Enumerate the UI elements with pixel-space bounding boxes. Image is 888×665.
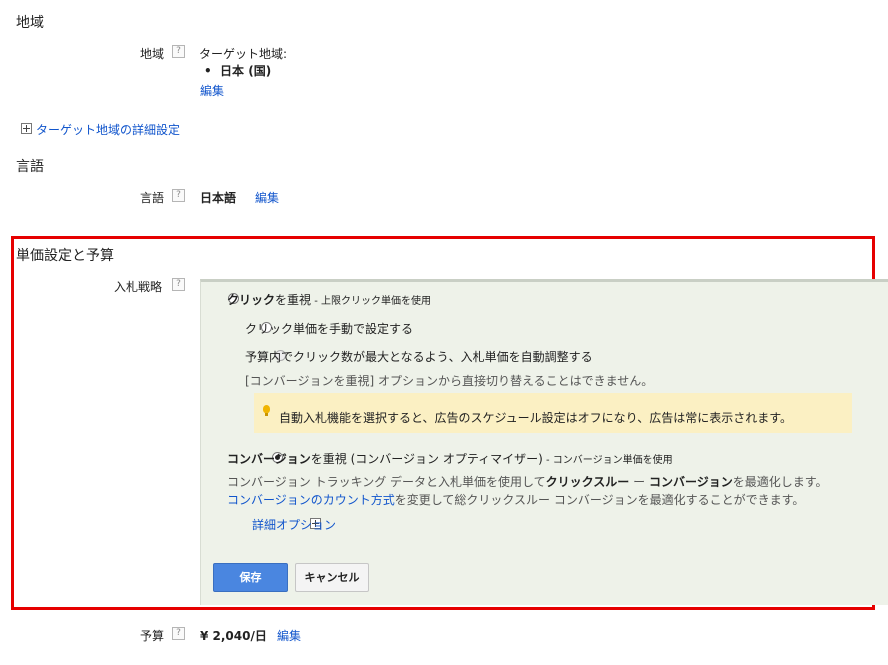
save-button[interactable]: 保存 bbox=[213, 563, 288, 592]
target-region-label: ターゲット地域: bbox=[199, 47, 288, 61]
region-help-icon[interactable]: ? bbox=[172, 45, 185, 58]
region-edit-link[interactable]: 編集 bbox=[200, 82, 224, 99]
language-value: 日本語 bbox=[200, 191, 237, 205]
budget-label: 予算 bbox=[140, 629, 165, 643]
budget-help-icon[interactable]: ? bbox=[172, 627, 185, 640]
target-region-item: • 日本 (国) bbox=[204, 62, 271, 79]
conversion-focus-option-label[interactable]: コンバージョンを重視 (コンバージョン オプティマイザー) - コンバージョン単… bbox=[227, 450, 673, 467]
bidding-section-title: 単価設定と予算 bbox=[16, 248, 114, 264]
click-focus-sub: - 上限クリック単価を使用 bbox=[311, 296, 431, 307]
lightbulb-base-icon bbox=[265, 413, 268, 416]
budget-edit-link[interactable]: 編集 bbox=[277, 627, 301, 644]
switch-note: [コンバージョンを重視] オプションから直接切り替えることはできません。 bbox=[245, 374, 654, 388]
click-focus-option-label[interactable]: クリックを重視 - 上限クリック単価を使用 bbox=[227, 291, 431, 308]
bid-strategy-label: 入札戦略 bbox=[114, 280, 163, 294]
conversion-focus-sub: - コンバージョン単価を使用 bbox=[542, 455, 673, 466]
conversion-desc-bold1: クリックスルー bbox=[545, 475, 630, 489]
conversion-focus-bold: コンバージョン bbox=[227, 452, 311, 466]
target-region-value: 日本 (国) bbox=[220, 64, 272, 78]
conversion-desc-bold2: コンバージョン bbox=[648, 475, 733, 489]
lightbulb-icon bbox=[263, 405, 270, 413]
conversion-count-rest: を変更して総クリックスルー コンバージョンを最適化することができます。 bbox=[394, 493, 805, 507]
advanced-options-link[interactable]: 詳細オプション bbox=[252, 516, 336, 533]
click-focus-rest: を重視 bbox=[275, 293, 312, 307]
click-focus-bold: クリック bbox=[227, 293, 276, 307]
cancel-button[interactable]: キャンセル bbox=[295, 563, 369, 592]
auto-bid-label[interactable]: 予算内でクリック数が最大となるよう、入札単価を自動調整する bbox=[245, 348, 593, 365]
budget-value: ¥ 2,040/日 bbox=[200, 629, 267, 643]
language-label: 言語 bbox=[140, 191, 165, 205]
region-advanced-link[interactable]: ターゲット地域の詳細設定 bbox=[36, 121, 180, 138]
region-label: 地域 bbox=[140, 47, 165, 61]
conversion-desc-post: を最適化します。 bbox=[732, 475, 828, 489]
expand-plus-icon[interactable] bbox=[21, 123, 32, 134]
conversion-desc-mid: ー bbox=[629, 475, 649, 489]
auto-bid-tip-text: 自動入札機能を選択すると、広告のスケジュール設定はオフになり、広告は常に表示され… bbox=[279, 411, 793, 425]
conversion-count-line: コンバージョンのカウント方式を変更して総クリックスルー コンバージョンを最適化す… bbox=[227, 491, 804, 508]
language-help-icon[interactable]: ? bbox=[172, 189, 185, 202]
region-section-title: 地域 bbox=[16, 15, 44, 31]
conversion-description: コンバージョン トラッキング データと入札単価を使用してクリックスルー ー コン… bbox=[227, 473, 828, 490]
conversion-desc-pre: コンバージョン トラッキング データと入札単価を使用して bbox=[227, 475, 546, 489]
manual-cpc-label[interactable]: クリック単価を手動で設定する bbox=[245, 320, 413, 337]
conversion-count-link[interactable]: コンバージョンのカウント方式 bbox=[227, 493, 395, 507]
conversion-focus-rest: を重視 (コンバージョン オプティマイザー) bbox=[310, 452, 543, 466]
language-section-title: 言語 bbox=[16, 159, 44, 175]
language-edit-link[interactable]: 編集 bbox=[255, 189, 279, 206]
bid-strategy-help-icon[interactable]: ? bbox=[172, 278, 185, 291]
bullet-icon: • bbox=[204, 64, 212, 78]
